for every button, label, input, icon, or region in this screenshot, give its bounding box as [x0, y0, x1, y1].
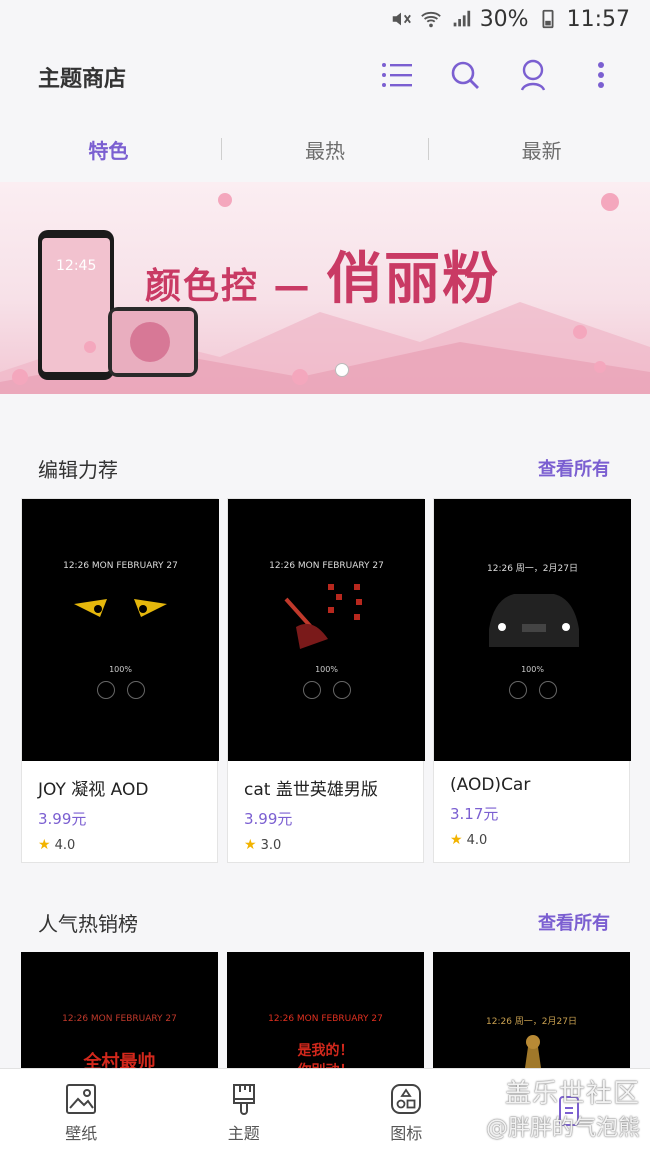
card-info: (AOD)Car 3.17元 ★ 4.0 [434, 761, 629, 848]
section-header: 编辑力荐 查看所有 [0, 438, 650, 498]
rating-value: 4.0 [54, 837, 76, 853]
theme-thumbnail: 12:26 MON FEBRUARY 27 100% [22, 499, 219, 761]
eyes-artwork [74, 599, 167, 617]
nav-label: 图标 [390, 1123, 423, 1143]
notification-bubble [126, 681, 145, 699]
tab-featured[interactable]: 特色 [0, 118, 217, 180]
rating-value: 3.0 [260, 837, 282, 853]
star-icon: ★ [38, 837, 51, 853]
theme-name: cat 盖世英雄男版 [244, 780, 378, 800]
signal-icon [453, 10, 470, 27]
watermark: 盖乐世社区 @胖胖的气泡熊 [486, 1073, 640, 1142]
notification-bubble [332, 681, 351, 699]
clock: 11:57 [566, 6, 630, 32]
theme-rating: ★ 4.0 [38, 837, 217, 853]
carousel-indicator[interactable] [335, 363, 349, 377]
banner-headline-small: 颜色控 — [145, 266, 312, 307]
hero-artwork [284, 584, 362, 649]
theme-price: 3.99元 [244, 810, 293, 828]
card-info: cat 盖世英雄男版 3.99元 ★ 3.0 [228, 761, 423, 853]
theme-card[interactable]: 12:26 周一，2月27日 [433, 952, 630, 1082]
tab-new[interactable]: 最新 [433, 118, 650, 180]
theme-card[interactable]: 12:26 周一，2月27日 100% (AOD)Car 3.17元 ★ 4.0 [433, 498, 631, 863]
app-bar-actions [378, 56, 620, 94]
theme-card[interactable]: 12:26 MON FEBRUARY 27 全村最帅 [21, 952, 218, 1082]
account-button[interactable] [514, 56, 552, 94]
thumbnail-clock: 12:26 MON FEBRUARY 27 [62, 1014, 177, 1024]
banner-headline-big: 俏丽粉 [326, 247, 501, 312]
icons-icon [391, 1083, 422, 1114]
watermark-line-2: @胖胖的气泡熊 [485, 1116, 640, 1141]
thumbnail-notifications [228, 681, 425, 699]
thumbnail-clock: 12:26 MON FEBRUARY 27 [268, 1014, 383, 1024]
wallpaper-icon [66, 1083, 97, 1114]
notification-bubble [538, 681, 557, 699]
more-icon [598, 62, 604, 88]
notification-bubble [302, 681, 321, 699]
nav-themes[interactable]: 主题 [163, 1069, 326, 1156]
rating-value: 4.0 [466, 832, 488, 848]
star-icon: ★ [244, 837, 257, 853]
theme-rating: ★ 4.0 [450, 832, 629, 848]
theme-rating: ★ 3.0 [244, 837, 423, 853]
notification-bubble [508, 681, 527, 699]
tab-hot[interactable]: 最热 [217, 118, 434, 180]
nav-label: 主题 [227, 1123, 260, 1143]
theme-name: (AOD)Car [450, 775, 531, 795]
thumbnail-notifications [434, 681, 631, 699]
statue-artwork [523, 1035, 543, 1082]
section-title: 编辑力荐 [38, 457, 118, 482]
app-bar: 主题商店 [0, 38, 650, 116]
page-title: 主题商店 [38, 67, 127, 92]
view-all-link[interactable]: 查看所有 [538, 909, 610, 935]
battery-percent: 30% [479, 6, 529, 32]
search-icon [451, 61, 479, 89]
battery-icon [542, 9, 554, 29]
thumbnail-battery: 100% [315, 665, 338, 674]
wifi-icon [420, 11, 441, 28]
thumbnail-battery: 100% [521, 665, 544, 674]
theme-price: 3.17元 [450, 805, 499, 823]
mute-icon [392, 12, 411, 26]
banner-headline: 颜色控 — 俏丽粉 [145, 234, 500, 315]
tab-divider [428, 138, 429, 160]
account-icon [520, 59, 546, 91]
banner-phone-clock: 12:45 [56, 258, 97, 274]
search-button[interactable] [446, 56, 484, 94]
notification-bubble [96, 681, 115, 699]
status-bar: 30% 11:57 [0, 0, 650, 38]
star-icon: ★ [450, 832, 463, 848]
more-button[interactable] [582, 56, 620, 94]
card-row: 12:26 MON FEBRUARY 27 全村最帅 12:26 MON FEB… [0, 952, 650, 1082]
theme-thumbnail: 12:26 MON FEBRUARY 27 100% [228, 499, 425, 761]
list-icon [382, 63, 412, 87]
featured-section: 编辑力荐 查看所有 12:26 MON FEBRUARY 27 100% JOY… [0, 438, 650, 863]
theme-price: 3.99元 [38, 810, 87, 828]
tab-bar: 特色 最热 最新 [0, 118, 650, 180]
tab-divider [221, 138, 222, 160]
watermark-line-1: 盖乐世社区 [504, 1079, 640, 1109]
theme-name: JOY 凝视 AOD [38, 780, 149, 800]
thumbnail-battery: 100% [109, 665, 132, 674]
theme-card[interactable]: 12:26 MON FEBRUARY 27 100% JOY 凝视 AOD 3.… [21, 498, 219, 863]
list-button[interactable] [378, 56, 416, 94]
car-artwork [489, 594, 579, 647]
theme-card[interactable]: 12:26 MON FEBRUARY 27 100% cat 盖世英雄男版 3.… [227, 498, 425, 863]
nav-label: 壁纸 [65, 1123, 98, 1143]
section-header: 人气热销榜 查看所有 [0, 892, 650, 952]
view-all-link[interactable]: 查看所有 [538, 455, 610, 481]
nav-wallpaper[interactable]: 壁纸 [0, 1069, 163, 1156]
nav-icons[interactable]: 图标 [325, 1069, 488, 1156]
theme-card[interactable]: 12:26 MON FEBRUARY 27 是我的！ 你别动！ [227, 952, 424, 1082]
thumbnail-notifications [22, 681, 219, 699]
theme-brush-icon [232, 1083, 255, 1115]
popular-section: 人气热销榜 查看所有 12:26 MON FEBRUARY 27 全村最帅 12… [0, 892, 650, 1082]
theme-thumbnail: 12:26 周一，2月27日 100% [434, 499, 631, 761]
section-title: 人气热销榜 [38, 911, 138, 936]
card-row: 12:26 MON FEBRUARY 27 100% JOY 凝视 AOD 3.… [0, 498, 650, 863]
promo-banner[interactable]: 12:45 颜色控 — 俏丽粉 [0, 182, 650, 394]
card-info: JOY 凝视 AOD 3.99元 ★ 4.0 [22, 761, 217, 853]
